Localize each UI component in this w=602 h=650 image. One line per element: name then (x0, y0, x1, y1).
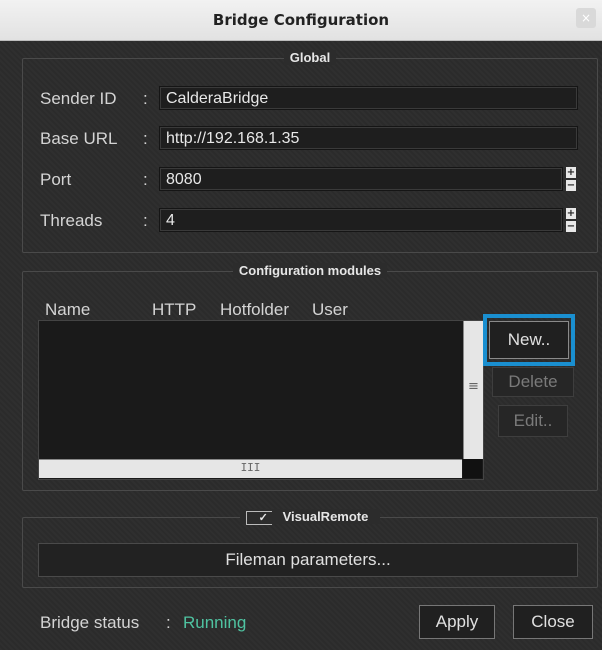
plus-icon[interactable]: + (566, 208, 576, 219)
sender-id-label: Sender ID (40, 89, 117, 108)
dialog-content: Global Sender ID : CalderaBridge Base UR… (0, 41, 602, 650)
column-header-hotfolder[interactable]: Hotfolder (220, 300, 289, 320)
modules-hscrollbar[interactable]: III (39, 459, 462, 478)
new-button[interactable]: New.. (489, 321, 569, 359)
scroll-corner (463, 459, 482, 478)
modules-list[interactable] (38, 320, 484, 480)
base-url-label: Base URL (40, 129, 118, 148)
fileman-parameters-button[interactable]: Fileman parameters... (38, 543, 578, 577)
column-header-http[interactable]: HTTP (152, 300, 196, 320)
modules-vscrollbar[interactable]: ≡ (463, 321, 483, 459)
base-url-colon: : (143, 129, 148, 148)
column-header-user[interactable]: User (312, 300, 348, 320)
global-group-title: Global (283, 50, 337, 65)
threads-spinner[interactable]: + − (566, 208, 576, 232)
sender-id-field[interactable]: CalderaBridge (159, 86, 578, 110)
hscroll-grip-icon: III (240, 461, 261, 474)
base-url-field[interactable]: http://192.168.1.35 (159, 126, 578, 150)
vscroll-grip-icon: ≡ (468, 379, 479, 394)
title-bar: Bridge Configuration × (0, 0, 602, 41)
close-icon: × (580, 11, 592, 25)
window-title: Bridge Configuration (212, 11, 390, 29)
checkmark-icon: ✓ (252, 511, 274, 524)
port-spinner[interactable]: + − (566, 167, 576, 191)
visualremote-title: VisualRemote (276, 509, 375, 524)
window-close-button[interactable]: × (576, 8, 596, 28)
threads-label: Threads (40, 211, 103, 230)
bridge-status-label: Bridge status (40, 613, 140, 632)
port-colon: : (143, 170, 148, 189)
column-header-name[interactable]: Name (45, 300, 90, 320)
close-button[interactable]: Close (513, 605, 593, 639)
minus-icon[interactable]: − (566, 180, 576, 191)
modules-group-title: Configuration modules (232, 263, 388, 278)
delete-button[interactable]: Delete (492, 367, 574, 397)
sender-id-colon: : (143, 89, 148, 108)
bridge-status-colon: : (166, 613, 171, 632)
port-field[interactable]: 8080 (159, 167, 563, 191)
threads-field[interactable]: 4 (159, 208, 563, 232)
port-label: Port (40, 170, 72, 189)
bridge-status-value: Running (183, 613, 247, 632)
edit-button[interactable]: Edit.. (498, 405, 568, 437)
visualremote-checkbox[interactable]: ✓ (245, 510, 274, 525)
apply-button[interactable]: Apply (419, 605, 495, 639)
minus-icon[interactable]: − (566, 221, 576, 232)
plus-icon[interactable]: + (566, 167, 576, 178)
threads-colon: : (143, 211, 148, 230)
